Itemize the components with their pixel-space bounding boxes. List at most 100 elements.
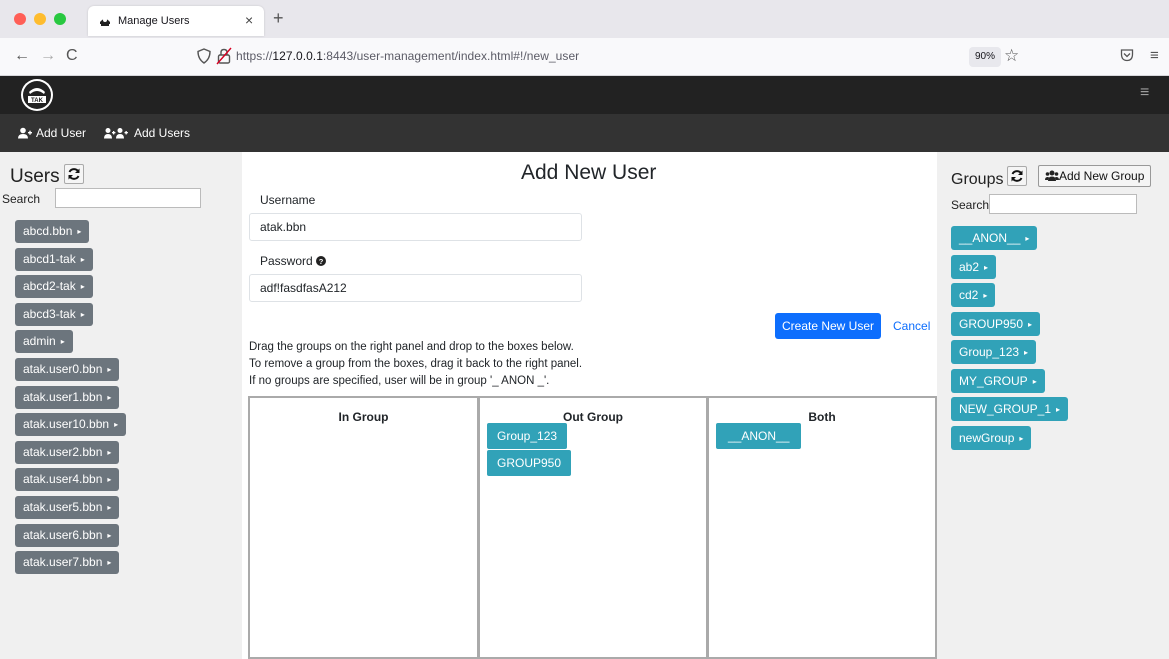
user-item[interactable]: atak.user6.bbn ▸	[15, 523, 120, 547]
add-user-link[interactable]: Add User	[18, 126, 86, 140]
user-item-label: atak.user5.bbn	[23, 499, 103, 514]
browser-tab-bar: Manage Users × +	[0, 0, 1169, 38]
reload-button[interactable]: C	[66, 47, 78, 65]
user-item-label: atak.user0.bbn	[23, 361, 103, 376]
browser-tab-manage-users[interactable]: Manage Users ×	[88, 6, 264, 36]
users-panel: Users Search abcd.bbn ▸ abcd1-tak ▸ abcd2-ta…	[0, 152, 242, 659]
caret-right-icon: ▸	[1024, 348, 1029, 357]
add-new-group-button[interactable]: Add New Group	[1038, 165, 1152, 187]
group-item[interactable]: Group_123 ▸	[951, 340, 1037, 364]
password-label: Password ?	[260, 254, 327, 268]
refresh-users-button[interactable]	[63, 164, 84, 184]
insecure-lock-icon[interactable]	[216, 47, 232, 65]
group-item[interactable]: cd2 ▸	[951, 283, 996, 307]
user-item-label: abcd3-tak	[23, 306, 76, 321]
user-item-label: atak.user4.bbn	[23, 472, 103, 487]
tak-logo-icon[interactable]: TAK	[20, 78, 54, 112]
in-group-drop-box[interactable]: In Group	[248, 396, 479, 659]
user-item[interactable]: atak.user10.bbn ▸	[15, 413, 127, 437]
back-button[interactable]: ←	[14, 47, 30, 65]
user-item-label: atak.user1.bbn	[23, 389, 103, 404]
groups-search-label: Search	[951, 198, 990, 212]
instruction-line-2: To remove a group from the boxes, drag i…	[249, 358, 583, 370]
user-list: abcd.bbn ▸ abcd1-tak ▸ abcd2-tak ▸ abcd3-tak ▸ a…	[15, 220, 127, 579]
user-item[interactable]: atak.user5.bbn ▸	[15, 495, 120, 519]
user-item[interactable]: abcd3-tak ▸	[15, 302, 93, 326]
url-path: :8443/user-management/index.html#!/new_u…	[322, 49, 580, 63]
window-close-button[interactable]	[14, 13, 26, 25]
group-item[interactable]: ab2 ▸	[951, 254, 997, 279]
add-users-icon	[104, 128, 128, 139]
group-item-label: cd2	[959, 288, 979, 302]
in-group-title: In Group	[338, 410, 389, 424]
forward-button[interactable]: →	[40, 47, 56, 65]
url-bar[interactable]: https://127.0.0.1:8443/user-management/i…	[236, 49, 579, 63]
browser-nav-bar: ← → C https://127.0.0.1:8443/user-manage…	[0, 38, 1169, 76]
caret-right-icon: ▸	[80, 254, 85, 264]
group-item[interactable]: GROUP950 ▸	[951, 311, 1041, 336]
caret-right-icon: ▸	[1056, 405, 1061, 414]
user-item[interactable]: atak.user4.bbn ▸	[15, 468, 120, 492]
username-input[interactable]: atak.bbn	[249, 213, 582, 241]
url-host: 127.0.0.1	[272, 49, 323, 63]
groups-search-input[interactable]	[989, 194, 1137, 214]
user-item[interactable]: atak.user1.bbn ▸	[15, 385, 120, 409]
password-input[interactable]: adf!fasdfasA212	[249, 274, 582, 302]
both-group-chip[interactable]: __ANON__	[716, 423, 802, 449]
group-item-label: Group_123	[959, 345, 1020, 359]
out-group-chip[interactable]: GROUP950	[487, 450, 572, 476]
caret-right-icon: ▸	[107, 475, 112, 485]
caret-right-icon: ▸	[80, 282, 85, 292]
user-item[interactable]: abcd.bbn ▸	[15, 220, 90, 243]
create-new-user-button[interactable]: Create New User	[775, 313, 881, 339]
user-item[interactable]: atak.user2.bbn ▸	[15, 440, 120, 464]
caret-right-icon: ▸	[80, 309, 85, 319]
cancel-link[interactable]: Cancel	[893, 319, 930, 333]
user-item[interactable]: atak.user7.bbn ▸	[15, 551, 120, 575]
add-users-link[interactable]: Add Users	[104, 126, 190, 140]
caret-right-icon: ▸	[107, 530, 112, 540]
user-item[interactable]: atak.user0.bbn ▸	[15, 357, 120, 381]
bookmark-star-icon[interactable]: ☆	[1004, 46, 1019, 66]
user-item[interactable]: abcd2-tak ▸	[15, 275, 93, 299]
user-item-label: abcd.bbn	[23, 224, 73, 238]
out-group-chip[interactable]: Group_123	[487, 423, 568, 449]
user-item-label: atak.user10.bbn	[23, 417, 110, 432]
add-user-label: Add User	[36, 126, 87, 140]
user-item[interactable]: admin ▸	[15, 330, 73, 354]
caret-right-icon: ▸	[983, 291, 988, 300]
users-icon	[1045, 170, 1059, 181]
group-item[interactable]: newGroup ▸	[951, 425, 1032, 450]
window-minimize-button[interactable]	[34, 13, 46, 25]
out-group-drop-box[interactable]: Out Group Group_123 GROUP950	[478, 396, 708, 659]
svg-text:TAK: TAK	[31, 98, 44, 104]
caret-right-icon: ▸	[1032, 376, 1037, 386]
zoom-level-button[interactable]: 90%	[969, 47, 1002, 67]
question-circle-icon[interactable]: ?	[316, 256, 327, 266]
refresh-icon	[1011, 170, 1023, 182]
groups-title: Groups	[951, 171, 1004, 188]
tab-close-icon[interactable]: ×	[245, 12, 253, 28]
new-tab-button[interactable]: +	[273, 8, 284, 29]
group-item[interactable]: NEW_GROUP_1 ▸	[951, 397, 1069, 421]
browser-menu-icon[interactable]: ≡	[1150, 47, 1159, 64]
caret-right-icon: ▸	[1025, 234, 1030, 243]
group-item[interactable]: MY_GROUP ▸	[951, 368, 1045, 393]
add-new-group-label: Add New Group	[1059, 169, 1145, 183]
refresh-groups-button[interactable]	[1007, 166, 1028, 186]
window-zoom-button[interactable]	[54, 13, 66, 25]
group-item-label: ab2	[959, 259, 980, 274]
user-item-label: abcd2-tak	[23, 279, 76, 294]
add-users-label: Add Users	[134, 126, 191, 140]
users-panel-header: Users	[10, 164, 84, 188]
caret-right-icon: ▸	[107, 364, 112, 374]
tracking-shield-icon[interactable]	[196, 48, 212, 64]
both-drop-box[interactable]: Both __ANON__	[707, 396, 937, 659]
pocket-icon[interactable]	[1120, 48, 1134, 62]
app-menu-icon[interactable]: ≡	[1140, 84, 1149, 102]
users-search-input[interactable]	[55, 188, 201, 208]
user-item[interactable]: abcd1-tak ▸	[15, 247, 93, 271]
caret-right-icon: ▸	[984, 262, 989, 272]
group-item[interactable]: __ANON__ ▸	[951, 226, 1038, 250]
caret-right-icon: ▸	[107, 502, 112, 512]
